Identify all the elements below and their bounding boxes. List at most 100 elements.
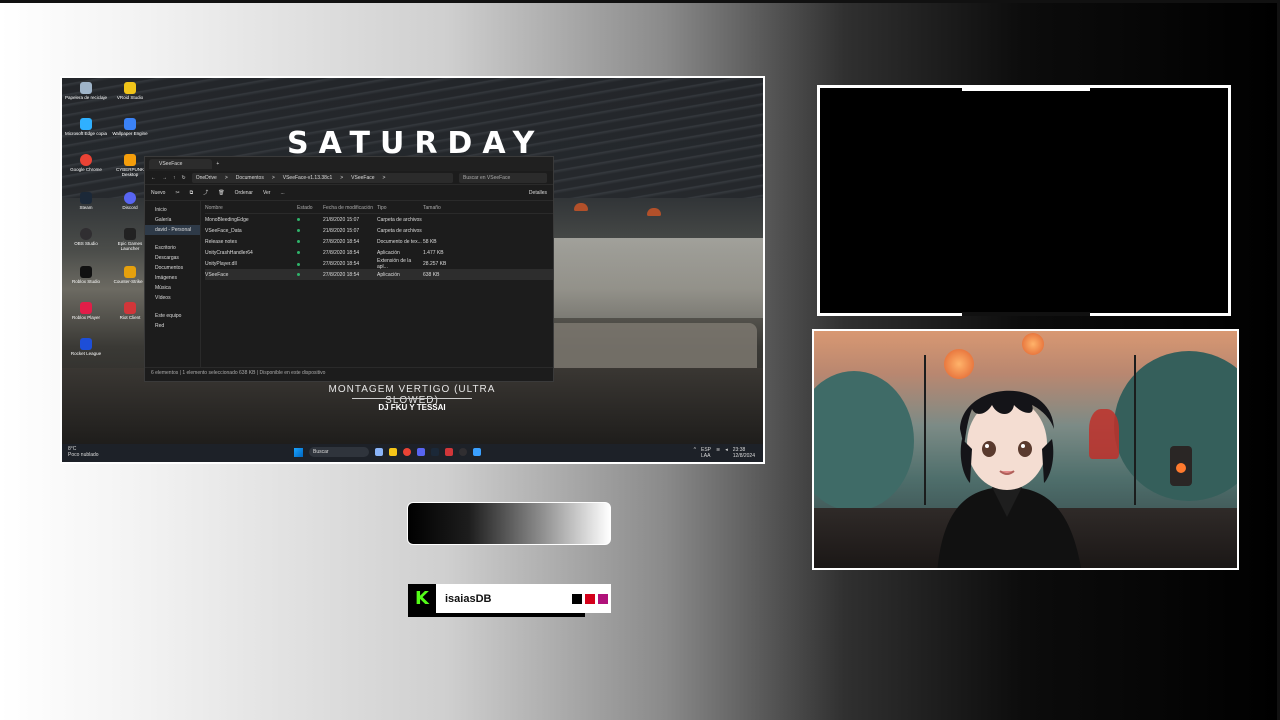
desktop-icon-roblox-player[interactable]: Roblox Player — [64, 302, 108, 321]
name-tag-underline — [408, 613, 585, 617]
discord-icon[interactable] — [417, 448, 425, 456]
wallpaper-engine-icon — [124, 118, 136, 130]
new-button[interactable]: Nuevo — [151, 190, 165, 196]
weather-widget[interactable]: 8°C Poco nublado — [68, 446, 99, 458]
epic-games-icon — [124, 228, 136, 240]
wifi-icon[interactable]: ≋ — [716, 447, 720, 459]
view-button[interactable]: Ver — [263, 190, 271, 196]
file-date: 27/8/2020 18:54 — [323, 249, 360, 256]
file-row[interactable]: UnityCrashHandler64 27/8/2020 18:54 Apli… — [205, 247, 553, 258]
new-tab-icon[interactable]: + — [216, 161, 219, 167]
sort-button[interactable]: Ordenar — [235, 190, 253, 196]
top-border — [0, 0, 1280, 3]
task-view-icon[interactable] — [375, 448, 383, 456]
taskbar-apps: Buscar — [294, 447, 481, 457]
file-row-selected[interactable]: VSeeFace 27/8/2020 18:54 Aplicación 638 … — [205, 269, 553, 280]
share-icon[interactable]: ⤴ — [203, 189, 208, 196]
file-type: Aplicación — [377, 271, 400, 278]
file-type: Carpeta de archivos — [377, 216, 422, 223]
gradient-banner — [407, 502, 611, 545]
cut-icon[interactable]: ✂ — [175, 190, 179, 196]
file-name: VSeeFace_Data — [205, 227, 242, 234]
lamp-icon — [647, 208, 661, 216]
file-row[interactable]: VSeeFace_Data 21/8/2020 15:07 Carpeta de… — [205, 225, 553, 236]
accent-square-red — [585, 593, 595, 604]
frame-notch-bottom — [962, 312, 1090, 316]
delete-icon[interactable]: 🗑 — [218, 190, 224, 196]
nav-item-desktop[interactable]: Escritorio — [145, 243, 200, 253]
desktop-icon-steam[interactable]: Steam — [64, 192, 108, 211]
desktop-icon-vroid[interactable]: VRoid Studio — [108, 82, 152, 101]
file-name: VSeeFace — [205, 271, 229, 278]
desktop-icon-recycle-bin[interactable]: Papelera de reciclaje — [64, 82, 108, 101]
steam-icon — [80, 192, 92, 204]
back-icon[interactable]: ← — [151, 175, 156, 181]
nav-item-downloads[interactable]: Descargas — [145, 253, 200, 263]
desktop-icon-edge[interactable]: Microsoft Edge copia — [64, 118, 108, 137]
col-size[interactable]: Tamaño — [423, 205, 449, 211]
col-name[interactable]: Nombre — [205, 205, 297, 211]
desktop-icon-rocket-league[interactable]: Rocket League — [64, 338, 108, 357]
file-explorer-icon[interactable] — [389, 448, 397, 456]
forward-icon[interactable]: → — [162, 175, 167, 181]
nav-item-onedrive[interactable]: david - Personal — [145, 225, 200, 235]
desktop-icon-roblox-studio[interactable]: Roblox Studio — [64, 266, 108, 285]
start-icon[interactable] — [294, 447, 303, 457]
clock[interactable]: 23:38 12/8/2024 — [733, 447, 755, 459]
left-eye — [982, 441, 996, 457]
nav-item-network[interactable]: Red — [145, 321, 200, 331]
cyberpunk-icon — [124, 154, 136, 166]
file-date: 21/8/2020 15:07 — [323, 216, 360, 223]
chrome-icon — [80, 154, 92, 166]
file-row[interactable]: MonoBleedingEdge 21/8/2020 15:07 Carpeta… — [205, 214, 553, 225]
nav-item-this-pc[interactable]: Este equipo — [145, 311, 200, 321]
nav-item-home[interactable]: Inicio — [145, 205, 200, 215]
nav-item-gallery[interactable]: Galería — [145, 215, 200, 225]
chrome-icon[interactable] — [403, 448, 411, 456]
col-date[interactable]: Fecha de modificación — [323, 205, 377, 211]
file-list-header: Nombre Estado Fecha de modificación Tipo… — [205, 203, 553, 214]
frame-notch-top — [962, 85, 1090, 91]
vseeface-icon[interactable] — [473, 448, 481, 456]
system-tray: ^ ESP LAA ≋ ◂ 23:38 12/8/2024 — [693, 447, 755, 459]
up-icon[interactable]: ↑ — [173, 175, 176, 181]
taskbar-search[interactable]: Buscar — [309, 447, 369, 457]
file-row[interactable]: UnityPlayer.dll 27/8/2020 18:54 Extensió… — [205, 258, 553, 270]
empty-camera-frame — [817, 85, 1231, 316]
breadcrumb[interactable]: OneDrive > Documentos > VSeeFace-v1.13.3… — [191, 172, 453, 183]
explorer-toolbar: Nuevo ✂ ⧉ ⤴ 🗑 Ordenar Ver ... Detalles — [145, 185, 553, 201]
nav-item-music[interactable]: Música — [145, 283, 200, 293]
copy-icon[interactable]: ⧉ — [190, 190, 194, 196]
steam-icon[interactable] — [431, 448, 439, 456]
song-divider — [352, 398, 472, 399]
sync-status-icon — [297, 240, 300, 243]
obs-icon[interactable] — [459, 448, 467, 456]
file-date: 27/8/2020 18:54 — [323, 238, 360, 245]
details-button[interactable]: Detalles — [529, 190, 547, 196]
refresh-icon[interactable]: ↻ — [182, 175, 186, 181]
desktop-icon-obs[interactable]: OBS Studio — [64, 228, 108, 247]
file-row[interactable]: Release notes 27/8/2020 18:54 Documento … — [205, 236, 553, 247]
nav-item-documents[interactable]: Documentos — [145, 263, 200, 273]
desktop-capture: SATURDAY Papelera de reciclaje VRoid Stu… — [60, 76, 765, 464]
recycle-bin-icon — [80, 82, 92, 94]
more-button[interactable]: ... — [280, 190, 284, 196]
wallpaper-window — [542, 238, 763, 318]
col-status[interactable]: Estado — [297, 205, 323, 211]
desktop-icon-wallpaper-engine[interactable]: Wallpaper Engine — [108, 118, 152, 137]
nav-item-videos[interactable]: Vídeos — [145, 293, 200, 303]
desktop-icon-chrome[interactable]: Google Chrome — [64, 154, 108, 173]
chevron-up-icon[interactable]: ^ — [694, 447, 696, 459]
riot-icon[interactable] — [445, 448, 453, 456]
mouth — [999, 470, 1015, 475]
explorer-address-row: ← → ↑ ↻ OneDrive > Documentos > VSeeFace… — [145, 171, 553, 185]
nav-item-pictures[interactable]: Imágenes — [145, 273, 200, 283]
sync-status-icon — [297, 229, 300, 232]
volume-icon[interactable]: ◂ — [725, 447, 728, 459]
file-size: 28.257 KB — [423, 261, 447, 267]
explorer-file-list: Nombre Estado Fecha de modificación Tipo… — [201, 201, 553, 367]
file-name: UnityPlayer.dll — [205, 261, 237, 267]
explorer-tab[interactable]: VSeeFace — [149, 159, 213, 169]
col-type[interactable]: Tipo — [377, 205, 423, 211]
explorer-search-input[interactable]: Buscar en VSeeFace — [459, 172, 547, 183]
